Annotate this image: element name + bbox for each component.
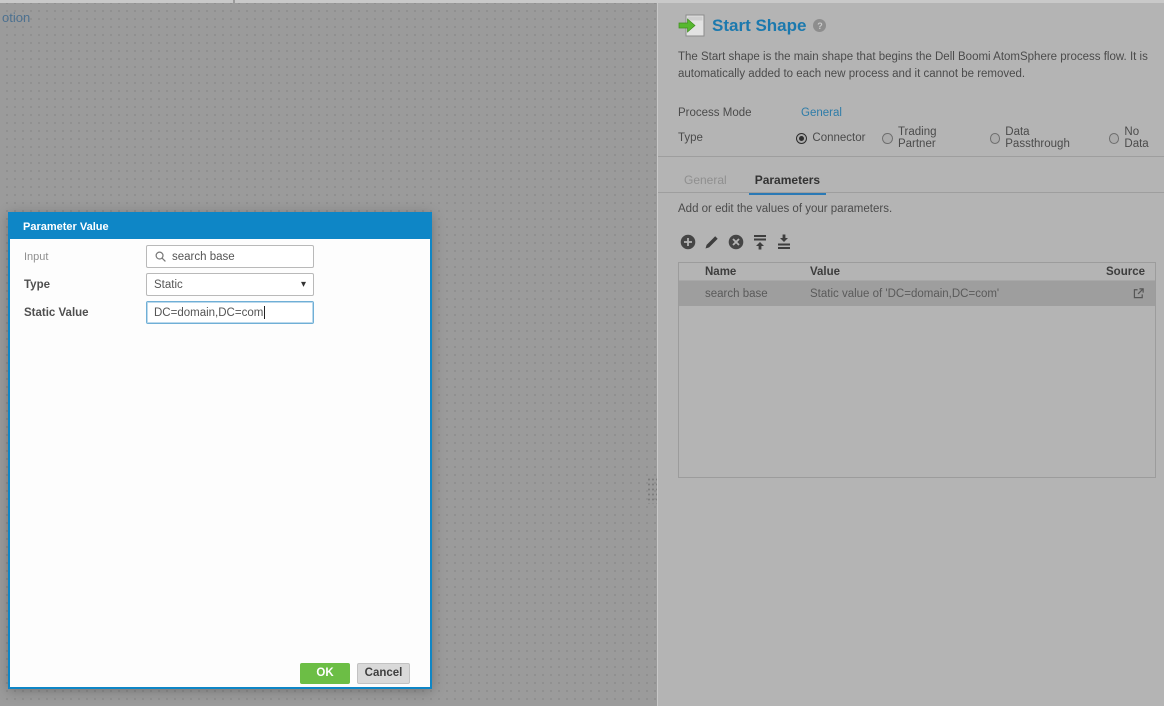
parameter-name-cell: search base — [705, 287, 768, 300]
process-mode-label: Process Mode — [678, 107, 752, 119]
type-field-row: Type Static — [10, 273, 314, 296]
parameters-table: Name Value Source search base Static val… — [678, 262, 1156, 478]
type-radio-group: Connector Trading Partner Data Passthrou… — [796, 126, 1164, 150]
static-value-input[interactable]: DC=domain,DC=com — [146, 301, 314, 324]
input-search-field[interactable]: search base — [146, 245, 314, 268]
panel-title: Start Shape — [712, 15, 807, 35]
canvas-partial-link[interactable]: otion — [2, 10, 30, 25]
type-select-value: Static — [154, 278, 183, 291]
parameter-source-cell — [1093, 287, 1155, 301]
parameters-toolbar — [680, 234, 792, 250]
static-value-label: Static Value — [24, 306, 89, 319]
edit-icon[interactable] — [704, 234, 720, 250]
text-cursor — [264, 306, 266, 319]
start-shape-panel: Start Shape ? The Start shape is the mai… — [657, 0, 1164, 706]
input-field-row: Input search base — [10, 245, 314, 268]
parameter-value-dialog: Parameter Value Input search base Type S… — [8, 212, 432, 689]
input-field-value: search base — [172, 250, 235, 263]
top-strip-notch — [233, 0, 235, 3]
cancel-button[interactable]: Cancel — [357, 663, 410, 684]
process-mode-row: Process Mode General — [678, 104, 842, 122]
static-value-text: DC=domain,DC=com — [154, 306, 264, 319]
radio-selected-icon — [796, 132, 808, 144]
radio-trading-partner[interactable]: Trading Partner — [882, 126, 972, 150]
table-row[interactable]: search base Static value of 'DC=domain,D… — [679, 281, 1155, 306]
radio-unselected-icon — [882, 132, 893, 144]
tab-divider — [658, 192, 1164, 193]
start-shape-icon — [678, 14, 705, 37]
dialog-title-bar: Parameter Value — [10, 214, 430, 239]
parameters-instructions: Add or edit the values of your parameter… — [678, 203, 893, 215]
radio-connector[interactable]: Connector — [796, 132, 865, 144]
radio-unselected-icon — [989, 132, 1001, 144]
type-field-label: Type — [24, 278, 50, 291]
parameter-value-cell: Static value of 'DC=domain,DC=com' — [810, 287, 1000, 300]
type-row: Type Connector Trading Partner Data Pass… — [678, 126, 1164, 150]
section-divider — [658, 156, 1164, 157]
help-icon[interactable]: ? — [813, 19, 827, 32]
radio-unselected-icon — [1108, 132, 1120, 144]
table-header-row: Name Value Source — [679, 263, 1155, 281]
delete-icon[interactable] — [728, 234, 744, 250]
type-select[interactable]: Static — [146, 273, 314, 296]
add-icon[interactable] — [680, 234, 696, 250]
dialog-title: Parameter Value — [23, 220, 109, 233]
radio-no-data[interactable]: No Data — [1108, 126, 1164, 150]
type-label: Type — [678, 132, 703, 144]
panel-description: The Start shape is the main shape that b… — [678, 51, 1148, 80]
column-header-source: Source — [1106, 265, 1145, 278]
column-header-value: Value — [810, 265, 841, 278]
move-to-bottom-icon[interactable] — [776, 234, 792, 250]
process-mode-link[interactable]: General — [801, 107, 842, 119]
top-strip — [0, 0, 1164, 3]
search-icon — [155, 251, 166, 262]
static-value-field-row: Static Value DC=domain,DC=com — [10, 301, 314, 324]
ok-button[interactable]: OK — [300, 663, 350, 684]
column-header-name: Name — [705, 265, 737, 278]
move-to-top-icon[interactable] — [752, 234, 768, 250]
panel-header: Start Shape ? — [678, 14, 827, 37]
input-label: Input — [24, 250, 49, 263]
external-link-icon[interactable] — [1132, 287, 1145, 300]
radio-data-passthrough[interactable]: Data Passthrough — [989, 126, 1092, 150]
panel-resize-handle[interactable] — [647, 477, 657, 504]
